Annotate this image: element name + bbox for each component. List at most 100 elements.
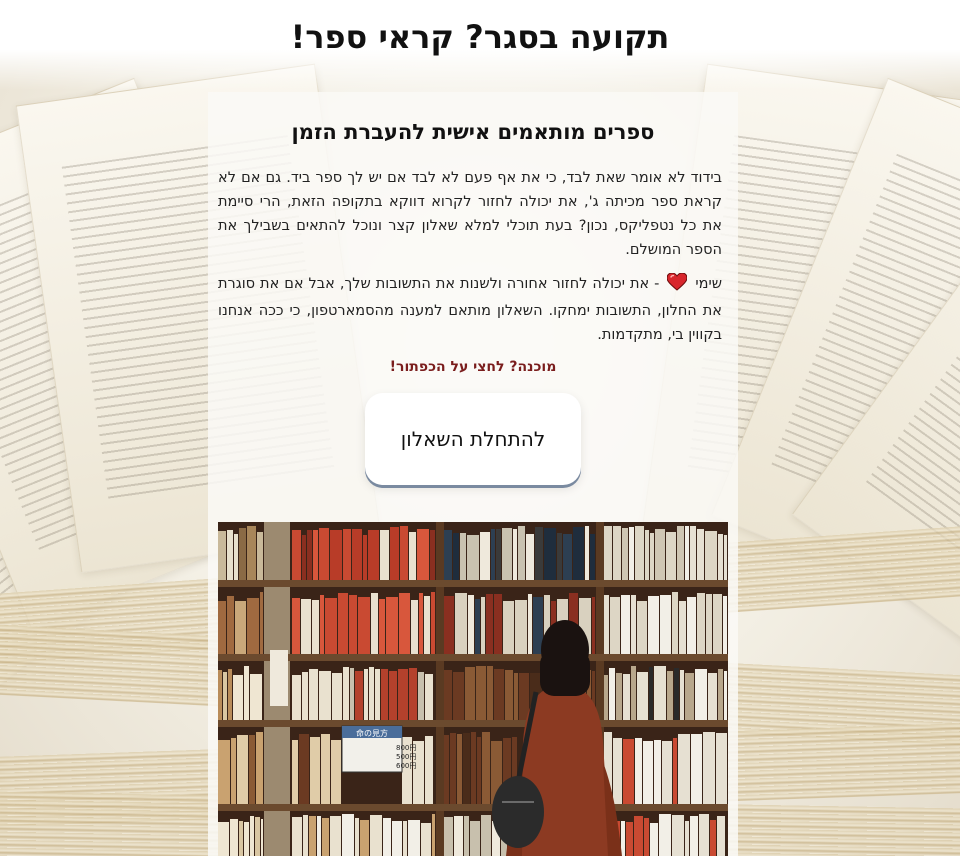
book-spine — [480, 532, 490, 580]
heart-icon — [666, 272, 688, 299]
book-spine — [301, 599, 311, 654]
book-spine — [425, 736, 433, 804]
book-spine — [475, 599, 480, 654]
book-spine — [723, 596, 727, 654]
book-spine — [249, 735, 255, 804]
book-spine — [250, 816, 254, 856]
book-spine — [403, 821, 407, 856]
book-spine — [368, 530, 379, 580]
book-spine — [697, 593, 705, 654]
notice-paragraph: שימי - את יכולה לחזור אחורה ולשנות את הת… — [218, 272, 722, 347]
book-spine — [708, 673, 717, 720]
book-spine — [228, 669, 232, 720]
book-spine — [256, 732, 263, 804]
book-spine — [247, 598, 259, 654]
book-spine — [399, 593, 410, 654]
book-spine — [244, 822, 249, 856]
book-spine — [235, 601, 246, 654]
book-spine — [706, 594, 712, 654]
book-spine — [355, 818, 359, 856]
book-spine — [218, 740, 230, 804]
book-spine — [227, 530, 233, 580]
book-spine — [360, 820, 369, 856]
book-spine — [716, 733, 727, 804]
book-spine — [343, 667, 349, 720]
book-spine — [690, 816, 698, 856]
book-spine — [667, 671, 673, 720]
book-spine — [460, 533, 466, 580]
book-spine — [247, 526, 256, 580]
book-spine — [237, 735, 248, 804]
book-spine — [685, 673, 694, 720]
book-spine — [467, 535, 479, 580]
book-spine — [666, 532, 676, 580]
book-spine — [613, 738, 622, 804]
book-spine — [408, 820, 420, 856]
book-spine — [310, 737, 320, 804]
book-spine — [616, 673, 622, 720]
book-spine — [557, 533, 562, 580]
book-spine — [724, 671, 727, 720]
book-spine — [471, 732, 476, 804]
book-spine — [302, 672, 308, 720]
book-spine — [383, 818, 391, 856]
book-spine — [659, 814, 671, 856]
book-spine — [515, 600, 527, 654]
book-spine — [685, 526, 689, 580]
book-spine — [218, 670, 222, 720]
book-spine — [349, 595, 357, 654]
book-spine — [654, 740, 661, 804]
book-spine — [621, 821, 625, 856]
book-spine — [563, 534, 572, 580]
book-spine — [518, 526, 525, 580]
book-spine — [457, 734, 462, 804]
book-spine — [585, 526, 589, 580]
cta-note: מוכנה? לחצי על הכפתור! — [389, 359, 557, 375]
book-spine — [338, 593, 348, 654]
book-spine — [476, 666, 486, 720]
book-spine — [409, 668, 417, 720]
book-spine — [685, 821, 689, 856]
book-spine — [292, 530, 301, 580]
book-spine — [513, 529, 517, 580]
book-spine — [261, 819, 263, 856]
card-heading: ספרים מותאמים אישית להעברת הזמן — [291, 120, 655, 144]
book-spine — [218, 531, 226, 580]
book-spine — [672, 592, 678, 654]
book-spine — [292, 817, 302, 856]
book-spine — [363, 535, 367, 580]
book-spine — [233, 675, 243, 720]
book-spine — [705, 531, 717, 580]
book-spine — [680, 670, 684, 720]
book-spine — [609, 668, 615, 720]
book-spine — [312, 600, 319, 654]
book-spine — [643, 741, 653, 804]
book-spine — [411, 600, 418, 654]
book-spine — [635, 738, 642, 804]
start-questionnaire-button[interactable]: להתחלת השאלון — [365, 393, 581, 485]
book-spine — [218, 822, 229, 856]
book-spine — [398, 669, 408, 720]
book-spine — [645, 530, 649, 580]
book-spine — [244, 666, 249, 720]
book-spine — [319, 528, 329, 580]
book-spine — [660, 595, 671, 654]
book-spine — [389, 671, 397, 720]
book-spine — [674, 668, 679, 720]
book-spine — [444, 670, 452, 720]
book-spine — [713, 594, 722, 654]
book-spine — [317, 816, 321, 856]
book-spine — [677, 526, 684, 580]
book-spine — [332, 673, 342, 720]
book-spine — [227, 596, 234, 654]
book-spine — [370, 815, 382, 856]
book-spine — [250, 674, 262, 720]
book-spine — [544, 528, 556, 580]
book-spine — [687, 597, 696, 654]
book-spine — [313, 530, 318, 580]
book-spine — [355, 671, 363, 720]
book-spine — [453, 533, 459, 580]
book-spine — [699, 814, 709, 856]
book-spine — [255, 817, 260, 856]
book-spine — [381, 669, 388, 720]
